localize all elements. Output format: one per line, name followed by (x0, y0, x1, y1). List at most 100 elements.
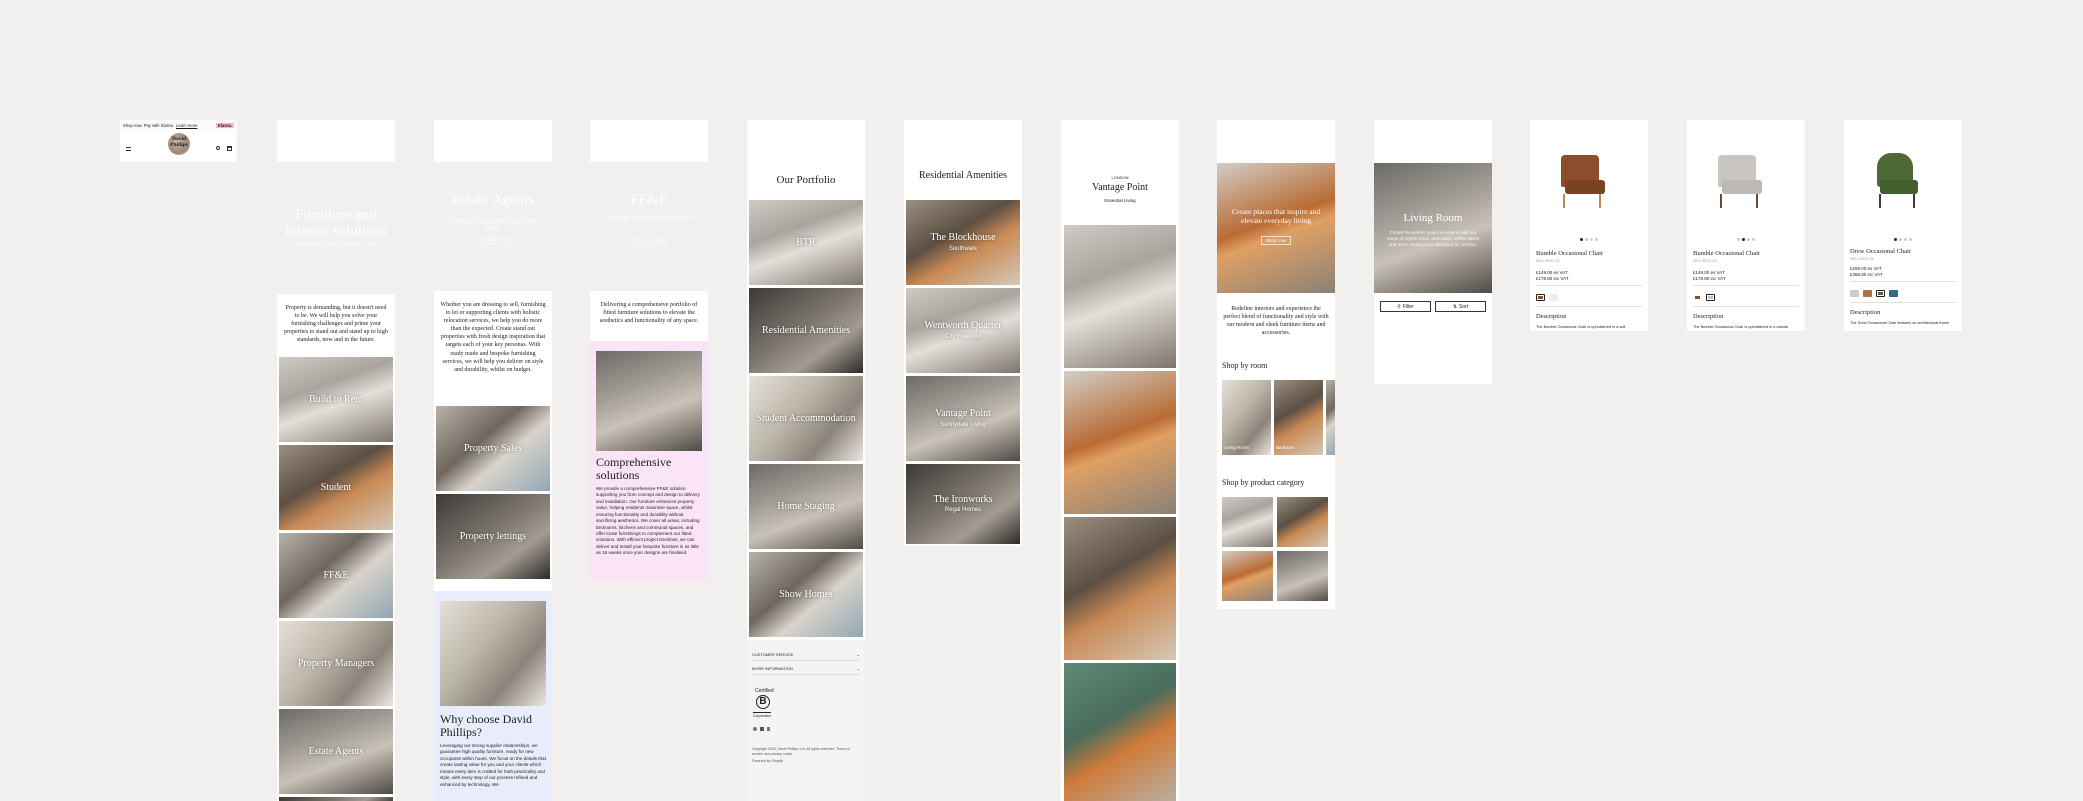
tile-label: Property lettings (459, 530, 527, 542)
sort-label: Sort (1459, 303, 1469, 310)
ffe-hero-title: FF&E (630, 192, 668, 208)
tile-build-to-rent[interactable]: Build to Rent (279, 357, 393, 442)
tile-home-staging[interactable]: Home Staging (749, 464, 863, 549)
product-price-inc: £178.80 inc VAT (1536, 276, 1569, 281)
shop-hero (1217, 163, 1335, 293)
logo[interactable]: David Phillips (167, 136, 191, 148)
estate-hero-cta[interactable]: Find out more (474, 237, 512, 244)
estate-top-frame (434, 120, 552, 162)
learn-more-link[interactable]: Learn more (176, 123, 197, 128)
accordion-label: CUSTOMER SERVICE (752, 652, 794, 657)
shop-frame: Create places that inspire and elevate e… (1217, 120, 1335, 609)
furniture-hero-subtitle: Designed for life, tailored to you (293, 241, 379, 247)
tile-wentworth-quarter[interactable]: Wentworth Quarter City Freehold (906, 288, 1020, 373)
estate-hero-title: Estate Agents (451, 192, 535, 208)
category-tile[interactable] (1277, 551, 1328, 601)
tile-student[interactable]: Student (279, 445, 393, 530)
sort-button[interactable]: ⇅ Sort (1435, 301, 1486, 312)
carousel-dot[interactable] (1752, 238, 1755, 241)
tile-the-ironworks[interactable]: The Ironworks Regal Homes (906, 464, 1020, 544)
portfolio-title: Our Portfolio (776, 174, 836, 186)
product-description-text: The Bumble Occasional Chair is upholster… (1693, 325, 1788, 329)
carousel-dot[interactable] (1894, 238, 1897, 241)
product-frame-1: Bumble Occasional Chair SKU: BOC-01 £149… (1530, 120, 1648, 331)
tile-sub: Regal Homes (944, 507, 982, 514)
ffe-hero-subtitle: Furniture, fixtures and equipment (604, 216, 694, 222)
carousel-dot[interactable] (1742, 238, 1745, 241)
tile-vantage-point[interactable]: Vantage Point Sunnydale Living (906, 376, 1020, 461)
ffe-top-frame (590, 120, 708, 162)
furniture-intro: Property is demanding, but it doesn't ne… (284, 305, 388, 344)
carousel-dot[interactable] (1585, 238, 1588, 241)
menu-icon[interactable] (126, 147, 131, 151)
carousel-dot[interactable] (1590, 238, 1593, 241)
product-image (1712, 150, 1772, 210)
carousel-dot[interactable] (1904, 238, 1907, 241)
vantage-subtitle: Essential Living (1104, 198, 1136, 203)
search-icon[interactable] (216, 146, 220, 150)
swatch[interactable] (1549, 294, 1558, 301)
facebook-icon[interactable] (760, 727, 764, 731)
living-hero (1374, 163, 1492, 293)
announcement-text: Shop now. Pay with Klarna. (123, 122, 174, 128)
accordion-customer-service[interactable]: CUSTOMER SERVICE ⌄ (752, 652, 860, 661)
carousel-dot[interactable] (1899, 238, 1902, 241)
carousel-dot[interactable] (1595, 238, 1598, 241)
product-frame-2: Bumble Occasional Chair SKU: BOC-02 £149… (1687, 120, 1805, 331)
tile-estate-agents[interactable]: Estate Agents (279, 709, 393, 794)
tiktok-icon[interactable] (767, 727, 770, 731)
tile-label: Show Homes (779, 588, 833, 600)
tile-label: Estate Agents (308, 745, 364, 757)
cart-icon[interactable] (227, 146, 232, 151)
living-frame: Living Room Create the perfect space to … (1374, 120, 1492, 384)
product-frame-3: Drew Occasional Chair SKU: DOC-01 £299.0… (1844, 120, 1962, 331)
b-corp-logo: B (756, 695, 770, 709)
b-corp-certified: Certified (755, 688, 774, 694)
estate-intro: Whether you are dressing to sell, furnis… (440, 302, 546, 373)
tile-the-blockhouse[interactable]: The Blockhouse Southwark (906, 200, 1020, 285)
swatch[interactable] (1850, 290, 1859, 297)
announcement-bar: Shop now. Pay with Klarna. Learn more Kl… (120, 120, 237, 130)
filter-button[interactable]: ⚲ Filter (1380, 301, 1431, 312)
room-bedroom[interactable] (1274, 380, 1323, 455)
swatch[interactable] (1889, 290, 1898, 297)
tile-btr[interactable]: BTR (749, 200, 863, 285)
tile-student-accommodation[interactable]: Student Accommodation (749, 376, 863, 461)
swatch-selected[interactable] (1536, 294, 1545, 301)
tile-next[interactable] (279, 797, 393, 801)
tile-property-managers[interactable]: Property Managers (279, 621, 393, 706)
product-description-text: The Drew Occasional Chair features an ar… (1850, 321, 1949, 325)
swatch[interactable] (1863, 290, 1872, 297)
swatch-selected[interactable] (1876, 290, 1885, 297)
carousel-dot[interactable] (1747, 238, 1750, 241)
tile-residential-amenities[interactable]: Residential Amenities (749, 288, 863, 373)
swatch-selected[interactable] (1706, 294, 1715, 301)
room-living-room[interactable] (1222, 380, 1271, 455)
product-description-heading: Description (1850, 309, 1881, 316)
carousel-dot[interactable] (1737, 238, 1740, 241)
instagram-icon[interactable] (753, 727, 757, 731)
accordion-more-information[interactable]: MORE INFORMATION ⌄ (752, 666, 860, 675)
category-tile[interactable] (1222, 497, 1273, 547)
carousel-dot[interactable] (1580, 238, 1583, 241)
tile-ffe[interactable]: FF&E (279, 533, 393, 618)
copyright: Copyright 2025, David Phillips Ltd. All … (752, 747, 850, 756)
category-tile[interactable] (1277, 497, 1328, 547)
tile-property-lettings[interactable]: Property lettings (436, 494, 550, 579)
tile-show-homes[interactable]: Show Homes (749, 552, 863, 637)
carousel-dot[interactable] (1909, 238, 1912, 241)
swatch[interactable] (1693, 294, 1702, 301)
living-title: Living Room (1403, 212, 1463, 224)
room-label: Bedroom (1276, 445, 1295, 450)
tile-sub: Southwark (948, 245, 978, 252)
estate-body-frame: Whether you are dressing to sell, furnis… (434, 291, 552, 801)
chevron-down-icon: ⌄ (856, 666, 860, 671)
ffe-hero-cta[interactable]: Find out more (630, 238, 668, 245)
category-tile[interactable] (1222, 551, 1273, 601)
shop-hero-cta[interactable]: Shop now (1261, 236, 1291, 245)
room-next[interactable] (1326, 380, 1335, 455)
tile-label: Residential Amenities (761, 324, 851, 336)
furniture-hero-title: Furniture and interior solutions (284, 207, 388, 239)
tile-property-sales[interactable]: Property Sales (436, 406, 550, 491)
vantage-frame: LONDON Vantage Point Essential Living (1061, 120, 1179, 801)
